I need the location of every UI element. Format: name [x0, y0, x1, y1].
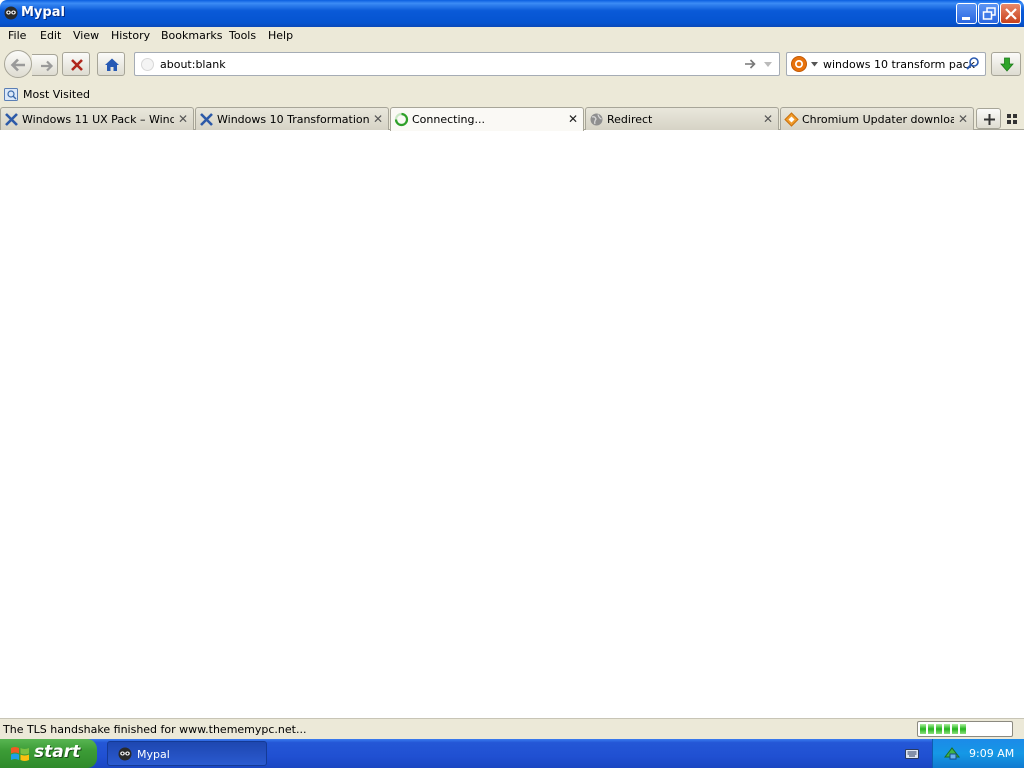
loading-spinner-icon — [394, 112, 409, 127]
progress-segment — [936, 724, 942, 734]
search-engine-icon[interactable] — [791, 56, 807, 72]
menu-history[interactable]: History — [111, 29, 150, 42]
tab-close-icon[interactable]: ✕ — [178, 112, 188, 126]
close-button[interactable] — [1000, 3, 1021, 24]
network-icon[interactable] — [943, 745, 961, 761]
taskbar: start Mypal 9:09 AM — [0, 739, 1024, 768]
address-bar[interactable]: about:blank — [134, 52, 780, 76]
globe-icon — [590, 113, 603, 126]
tab-close-icon[interactable]: ✕ — [568, 112, 578, 126]
status-bar: The TLS handshake finished for www.theme… — [0, 718, 1024, 739]
menu-bookmarks[interactable]: Bookmarks — [161, 29, 222, 42]
start-button[interactable]: start — [0, 739, 97, 768]
diamond-icon — [784, 112, 799, 127]
forward-button[interactable] — [32, 54, 58, 76]
minimize-button[interactable] — [956, 3, 977, 24]
windows-logo-icon — [11, 747, 29, 761]
most-visited-folder-icon — [4, 88, 18, 101]
progress-segment — [944, 724, 950, 734]
search-input[interactable]: windows 10 transform pack — [823, 58, 975, 71]
window-title: Mypal — [21, 5, 65, 20]
tab-bar: Windows 11 UX Pack – Windo... ✕ Windows … — [0, 106, 1024, 131]
mypal-app-icon — [118, 747, 132, 761]
navigation-toolbar: about:blank windows 10 transform pack — [0, 46, 1024, 83]
menu-help[interactable]: Help — [268, 29, 293, 42]
tab-label: Windows 11 UX Pack – Windo... — [22, 113, 174, 126]
search-bar[interactable]: windows 10 transform pack — [786, 52, 986, 76]
menu-file[interactable]: File — [8, 29, 26, 42]
page-favicon-icon — [141, 58, 154, 71]
stop-button[interactable] — [62, 52, 90, 76]
tab-redirect[interactable]: Redirect ✕ — [585, 107, 779, 130]
tab-close-icon[interactable]: ✕ — [373, 112, 383, 126]
tab-windows-10-transformation[interactable]: Windows 10 Transformation ... ✕ — [195, 107, 389, 130]
x-logo-icon — [200, 113, 213, 126]
back-button[interactable] — [4, 50, 32, 78]
progress-segment — [960, 724, 966, 734]
new-tab-button[interactable] — [976, 108, 1001, 129]
taskbar-item-mypal[interactable]: Mypal — [107, 741, 267, 766]
download-arrow-icon — [1000, 57, 1014, 72]
tab-label: Windows 10 Transformation ... — [217, 113, 369, 126]
menu-bar: File Edit View History Bookmarks Tools H… — [0, 27, 1024, 46]
progress-segment — [952, 724, 958, 734]
title-bar[interactable]: Mypal — [0, 0, 1024, 27]
progress-segment — [928, 724, 934, 734]
tab-label: Redirect — [607, 113, 653, 126]
bookmarks-toolbar: Most Visited — [0, 83, 1024, 106]
go-arrow-icon[interactable] — [743, 56, 757, 72]
plus-icon — [984, 114, 995, 125]
most-visited-bookmark[interactable]: Most Visited — [23, 88, 90, 101]
taskbar-item-label: Mypal — [137, 748, 170, 761]
home-icon — [105, 58, 119, 71]
engine-dropdown-icon[interactable] — [811, 62, 818, 67]
keyboard-icon[interactable] — [905, 747, 919, 759]
x-logo-icon — [5, 113, 18, 126]
tab-connecting[interactable]: Connecting... ✕ — [390, 107, 584, 131]
tab-label: Connecting... — [412, 113, 485, 126]
stop-x-icon — [71, 59, 83, 71]
restore-icon — [982, 7, 996, 20]
page-content[interactable] — [0, 130, 1024, 718]
menu-tools[interactable]: Tools — [229, 29, 256, 42]
close-icon — [1005, 8, 1017, 20]
search-icon[interactable] — [965, 56, 981, 72]
address-text[interactable]: about:blank — [160, 58, 226, 71]
start-label: start — [34, 742, 81, 762]
history-dropdown-icon[interactable] — [763, 61, 773, 68]
progress-segment — [920, 724, 926, 734]
list-all-tabs-icon[interactable] — [1006, 113, 1018, 125]
tab-close-icon[interactable]: ✕ — [958, 112, 968, 126]
tab-chromium-updater[interactable]: Chromium Updater download ... ✕ — [780, 107, 974, 130]
tab-windows-11-ux-pack[interactable]: Windows 11 UX Pack – Windo... ✕ — [0, 107, 194, 130]
back-forward-group — [4, 50, 58, 78]
menu-edit[interactable]: Edit — [40, 29, 61, 42]
duck-logo-icon — [795, 60, 803, 68]
loading-progress-bar — [917, 721, 1013, 737]
clock: 9:09 AM — [969, 747, 1015, 760]
tab-label: Chromium Updater download ... — [802, 113, 954, 126]
minimize-icon — [962, 17, 970, 20]
back-arrow-icon — [10, 58, 25, 72]
downloads-button[interactable] — [991, 52, 1021, 76]
forward-arrow-icon — [41, 60, 54, 72]
restore-button[interactable] — [978, 3, 999, 24]
tab-close-icon[interactable]: ✕ — [763, 112, 773, 126]
status-text: The TLS handshake finished for www.theme… — [3, 723, 307, 736]
menu-view[interactable]: View — [73, 29, 99, 42]
mypal-app-icon — [4, 6, 18, 20]
home-button[interactable] — [97, 52, 125, 76]
system-tray: 9:09 AM — [932, 739, 1024, 768]
